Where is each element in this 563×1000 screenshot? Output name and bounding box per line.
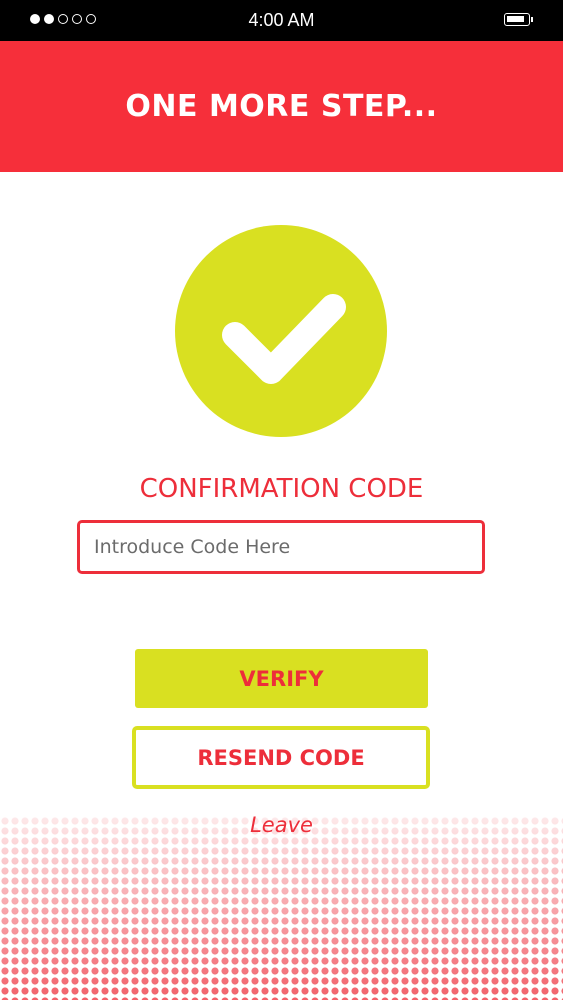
status-bar: 4:00 AM — [0, 0, 563, 41]
battery-icon — [504, 13, 533, 26]
confirmation-code-input[interactable] — [77, 520, 485, 574]
page-title: ONE MORE STEP... — [125, 89, 438, 124]
verify-button[interactable]: VERIFY — [135, 649, 428, 708]
page-header: ONE MORE STEP... — [0, 41, 563, 172]
resend-code-button[interactable]: RESEND CODE — [132, 726, 430, 789]
status-time: 4:00 AM — [248, 10, 315, 30]
confirmation-code-label: CONFIRMATION CODE — [139, 474, 424, 504]
decorative-dot-pattern — [0, 816, 563, 1000]
leave-link[interactable]: Leave — [0, 813, 563, 837]
checkmark-icon — [175, 225, 387, 437]
